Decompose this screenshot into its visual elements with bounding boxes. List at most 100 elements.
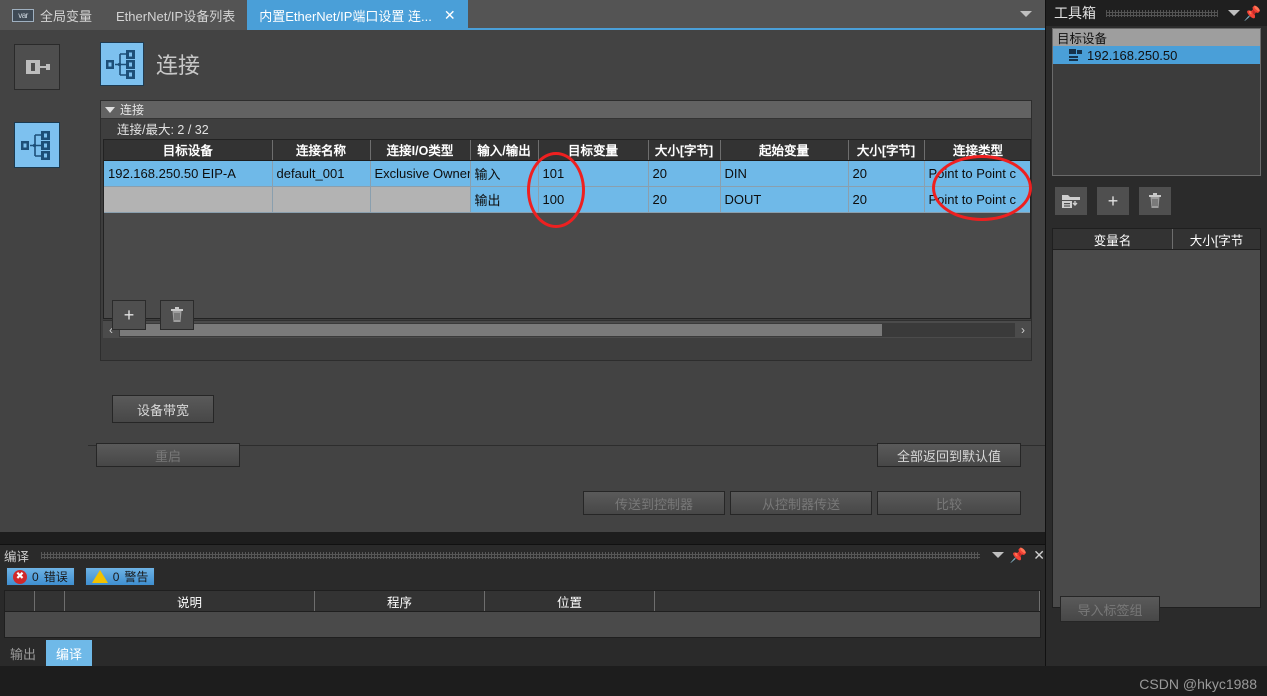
error-count: 0 — [32, 569, 39, 584]
scrollbar-thumb[interactable] — [120, 323, 882, 336]
connection-table[interactable]: 目标设备 连接名称 连接I/O类型 输入/输出 目标变量 大小[字节] 起始变量… — [103, 139, 1031, 319]
reset-defaults-button[interactable]: 全部返回到默认值 — [877, 443, 1021, 467]
variable-table-header: 变量名 大小[字节 — [1052, 228, 1261, 250]
cell-connection-name[interactable]: default_001 — [272, 160, 371, 187]
connection-group-box: 连接 连接/最大: 2 / 32 目标设备 连接名称 连接I/O类型 输入/输出… — [100, 100, 1032, 361]
import-tag-group-label: 导入标签组 — [1077, 602, 1143, 618]
col-extra[interactable] — [655, 591, 1040, 611]
compile-panel-titlebar: 编译 📌 ✕ — [0, 545, 1045, 565]
col-connection-io-type[interactable]: 连接I/O类型 — [370, 140, 471, 161]
tab-compile[interactable]: 编译 — [46, 640, 93, 666]
connection-tree-icon — [106, 50, 135, 79]
table-row[interactable]: 输出 100 20 DOUT 20 Point to Point c — [104, 186, 1030, 213]
page-header: 连接 — [88, 30, 1045, 88]
col-target-device[interactable]: 目标设备 — [104, 140, 273, 161]
col-icon2[interactable] — [35, 591, 65, 611]
import-tag-group-button[interactable]: 导入标签组 — [1060, 596, 1160, 622]
chevron-down-icon[interactable] — [1227, 10, 1240, 16]
tab-global-variables[interactable]: var 全局变量 — [0, 0, 105, 30]
scroll-right-arrow-icon[interactable]: › — [1015, 322, 1031, 338]
toolbox-device-item[interactable]: 192.168.250.50 — [1053, 46, 1260, 64]
transfer-from-controller-label: 从控制器传送 — [761, 496, 840, 512]
watermark: CSDN @hkyc1988 — [1139, 676, 1257, 692]
transfer-from-controller-button[interactable]: 从控制器传送 — [730, 491, 872, 515]
pin-icon[interactable]: 📌 — [1010, 547, 1027, 564]
warning-icon — [91, 570, 108, 583]
plus-icon: + — [123, 304, 135, 325]
close-icon[interactable]: ✕ — [1033, 547, 1045, 564]
cell-connection-type[interactable]: Point to Point c — [924, 160, 1030, 187]
col-description[interactable]: 说明 — [65, 591, 315, 611]
col-origin-variable[interactable]: 起始变量 — [720, 140, 849, 161]
col-connection-name[interactable]: 连接名称 — [272, 140, 371, 161]
col-variable-name[interactable]: 变量名 — [1053, 229, 1173, 249]
app-window: var 全局变量 EtherNet/IP设备列表 内置EtherNet/IP端口… — [0, 0, 1267, 696]
cell-connection-type[interactable]: Point to Point c — [924, 186, 1030, 213]
cell-connection-io-type[interactable]: Exclusive Owner — [370, 160, 471, 187]
cell-connection-io-type[interactable] — [370, 186, 471, 213]
tab-builtin-ethernet-ip-port-settings[interactable]: 内置EtherNet/IP端口设置 连... ✕ — [247, 0, 468, 30]
col-size-bytes-origin[interactable]: 大小[字节] — [848, 140, 925, 161]
row-action-buttons: + — [112, 300, 194, 330]
cell-target-device[interactable] — [104, 186, 273, 213]
import-device-button[interactable] — [1054, 186, 1088, 216]
col-location[interactable]: 位置 — [485, 591, 655, 611]
cell-size-target[interactable]: 20 — [648, 160, 721, 187]
restart-button[interactable]: 重启 — [96, 443, 240, 467]
cell-connection-name[interactable] — [272, 186, 371, 213]
table-horizontal-scrollbar[interactable]: ‹ › — [103, 320, 1031, 338]
cell-origin-variable[interactable]: DIN — [720, 160, 849, 187]
variable-table-body[interactable] — [1052, 250, 1261, 608]
tab-output[interactable]: 输出 — [0, 640, 46, 666]
cell-target-device[interactable]: 192.168.250.50 EIP-A — [104, 160, 273, 187]
chevron-down-icon — [105, 106, 115, 113]
cell-input-output[interactable]: 输入 — [470, 160, 539, 187]
connection-count-label: 连接/最大: 2 / 32 — [117, 122, 209, 137]
device-bandwidth-label: 设备带宽 — [136, 402, 189, 418]
cell-origin-variable[interactable]: DOUT — [720, 186, 849, 213]
close-icon[interactable]: ✕ — [444, 7, 456, 24]
device-settings-icon — [26, 60, 50, 74]
cell-input-output[interactable]: 输出 — [470, 186, 539, 213]
col-icon1[interactable] — [5, 591, 35, 611]
compare-button[interactable]: 比较 — [877, 491, 1021, 515]
rail-item-device-settings[interactable] — [14, 44, 60, 90]
add-device-button[interactable]: + — [1096, 186, 1130, 216]
table-row[interactable]: 192.168.250.50 EIP-A default_001 Exclusi… — [104, 160, 1030, 187]
device-node-icon — [1069, 49, 1082, 61]
compile-message-list[interactable] — [4, 612, 1041, 638]
col-connection-type[interactable]: 连接类型 — [924, 140, 1030, 161]
target-device-panel: 目标设备 192.168.250.50 — [1052, 28, 1261, 176]
delete-connection-button[interactable] — [160, 300, 194, 330]
cell-size-origin[interactable]: 20 — [848, 160, 925, 187]
transfer-to-controller-button[interactable]: 传送到控制器 — [583, 491, 725, 515]
add-connection-button[interactable]: + — [112, 300, 146, 330]
compile-panel: 编译 📌 ✕ ✖ 0 错误 0 警告 说明 程序 位置 输出 编译 — [0, 544, 1045, 666]
tab-list-dropdown-button[interactable] — [1013, 0, 1039, 28]
chevron-down-icon[interactable] — [991, 552, 1004, 558]
delete-device-button[interactable] — [1138, 186, 1172, 216]
error-icon: ✖ — [13, 569, 27, 584]
rail-item-connection[interactable] — [14, 122, 60, 168]
col-program[interactable]: 程序 — [315, 591, 485, 611]
pin-icon[interactable]: 📌 — [1244, 5, 1261, 22]
col-target-variable[interactable]: 目标变量 — [538, 140, 649, 161]
device-bandwidth-button[interactable]: 设备带宽 — [112, 395, 214, 423]
error-badge[interactable]: ✖ 0 错误 — [6, 567, 75, 586]
chevron-down-icon — [1020, 11, 1032, 17]
cell-size-target[interactable]: 20 — [648, 186, 721, 213]
tab-label: EtherNet/IP设备列表 — [116, 8, 236, 24]
tab-ethernet-ip-device-list[interactable]: EtherNet/IP设备列表 — [104, 0, 248, 30]
cell-size-origin[interactable]: 20 — [848, 186, 925, 213]
cell-target-variable[interactable]: 100 — [538, 186, 649, 213]
group-header[interactable]: 连接 — [101, 101, 1031, 119]
scrollbar-track[interactable] — [119, 322, 1015, 337]
warning-badge[interactable]: 0 警告 — [84, 567, 156, 586]
col-input-output[interactable]: 输入/输出 — [470, 140, 539, 161]
group-header-label: 连接 — [120, 103, 145, 117]
col-size-bytes-target[interactable]: 大小[字节] — [648, 140, 721, 161]
tab-compile-label: 编译 — [56, 646, 83, 662]
cell-target-variable[interactable]: 101 — [538, 160, 649, 187]
col-variable-size[interactable]: 大小[字节 — [1173, 229, 1260, 249]
toolbox-button-row: + — [1046, 176, 1267, 216]
